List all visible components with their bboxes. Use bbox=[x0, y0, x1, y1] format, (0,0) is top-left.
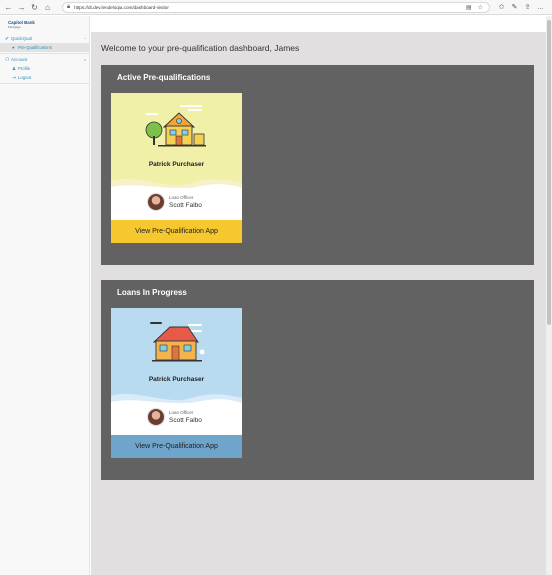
divider bbox=[0, 83, 90, 84]
sidebar-group-account[interactable]: ⚇ Account v bbox=[0, 55, 90, 64]
refresh-icon[interactable]: ↻ bbox=[30, 3, 39, 12]
pen-icon[interactable]: ✎ bbox=[510, 3, 519, 12]
favorite-star-icon[interactable]: ☆ bbox=[478, 4, 483, 11]
officer-label: Loan Officer bbox=[169, 195, 194, 200]
house-red-roof-icon bbox=[150, 322, 205, 362]
back-arrow-icon[interactable]: ← bbox=[4, 3, 13, 12]
active-prequal-section: Active Pre-qualifications Patrick Purcha… bbox=[101, 65, 534, 265]
sidebar-item-label: Logout bbox=[18, 75, 32, 80]
page-title: Welcome to your pre-qualification dashbo… bbox=[101, 43, 300, 53]
sidebar-group-quickqual[interactable]: ✔ QuickQual ^ bbox=[0, 34, 90, 43]
sidebar-item-logout[interactable]: ⇥ Logout bbox=[0, 73, 90, 82]
logo-subtitle: Mortgage bbox=[8, 25, 21, 29]
forward-arrow-icon[interactable]: → bbox=[17, 3, 26, 12]
borrower-name: Patrick Purchaser bbox=[148, 161, 205, 168]
main-content: Welcome to your pre-qualification dashbo… bbox=[91, 32, 546, 575]
view-loan-app-button[interactable]: View Pre-Qualification App bbox=[111, 435, 242, 458]
officer-label: Loan Officer bbox=[169, 410, 194, 415]
loan-card[interactable]: Patrick Purchaser Loan Officer Scott Fal… bbox=[111, 308, 242, 458]
prequal-card[interactable]: Patrick Purchaser Loan Officer Scott Fal… bbox=[111, 93, 242, 243]
address-bar[interactable]: 🔒︎ https://dt.dev.lendeloqia.com/dashboa… bbox=[62, 2, 490, 13]
house-yellow-icon bbox=[145, 105, 206, 147]
lock-icon: 🔒︎ bbox=[67, 4, 71, 10]
sidebar-item-pre-qualifications[interactable]: ● Pre-Qualifications bbox=[0, 43, 90, 52]
scrollbar-thumb[interactable] bbox=[547, 20, 551, 325]
reader-view-icon[interactable]: ▤ bbox=[466, 4, 472, 11]
sidebar: Capitol Bank Mortgage ✔ QuickQual ^ ● Pr… bbox=[0, 16, 90, 575]
section-title: Loans In Progress bbox=[117, 288, 187, 297]
more-icon[interactable]: … bbox=[536, 3, 545, 12]
loans-in-progress-section: Loans In Progress Patrick Purchaser Loan… bbox=[101, 280, 534, 480]
sidebar-group-label: Account bbox=[11, 57, 28, 62]
browser-toolbar: ← → ↻ ⌂ 🔒︎ https://dt.dev.lendeloqia.com… bbox=[0, 0, 552, 15]
logo[interactable]: Capitol Bank Mortgage bbox=[8, 20, 35, 29]
sidebar-item-label: Profile bbox=[18, 66, 31, 71]
sidebar-item-profile[interactable]: ♟ Profile bbox=[0, 64, 90, 73]
chevron-down-icon[interactable]: v bbox=[84, 57, 86, 62]
share-icon[interactable]: ⇪ bbox=[523, 3, 532, 12]
url-text[interactable]: https://dt.dev.lendeloqia.com/dashboard-… bbox=[74, 5, 169, 10]
section-title: Active Pre-qualifications bbox=[117, 73, 211, 82]
avatar bbox=[147, 193, 165, 211]
favorites-icon[interactable]: ✩ bbox=[497, 3, 506, 12]
chevron-up-icon[interactable]: ^ bbox=[84, 36, 86, 41]
home-icon[interactable]: ⌂ bbox=[43, 3, 52, 12]
sidebar-item-label: Pre-Qualifications bbox=[18, 45, 52, 50]
divider bbox=[0, 53, 90, 54]
avatar bbox=[147, 408, 165, 426]
view-prequal-app-button[interactable]: View Pre-Qualification App bbox=[111, 220, 242, 243]
borrower-name: Patrick Purchaser bbox=[148, 376, 205, 383]
sidebar-group-label: QuickQual bbox=[11, 36, 33, 41]
officer-name: Scott Falbo bbox=[169, 202, 202, 209]
officer-name: Scott Falbo bbox=[169, 417, 202, 424]
sidebar-menu: ✔ QuickQual ^ ● Pre-Qualifications ⚇ Acc… bbox=[0, 34, 90, 85]
